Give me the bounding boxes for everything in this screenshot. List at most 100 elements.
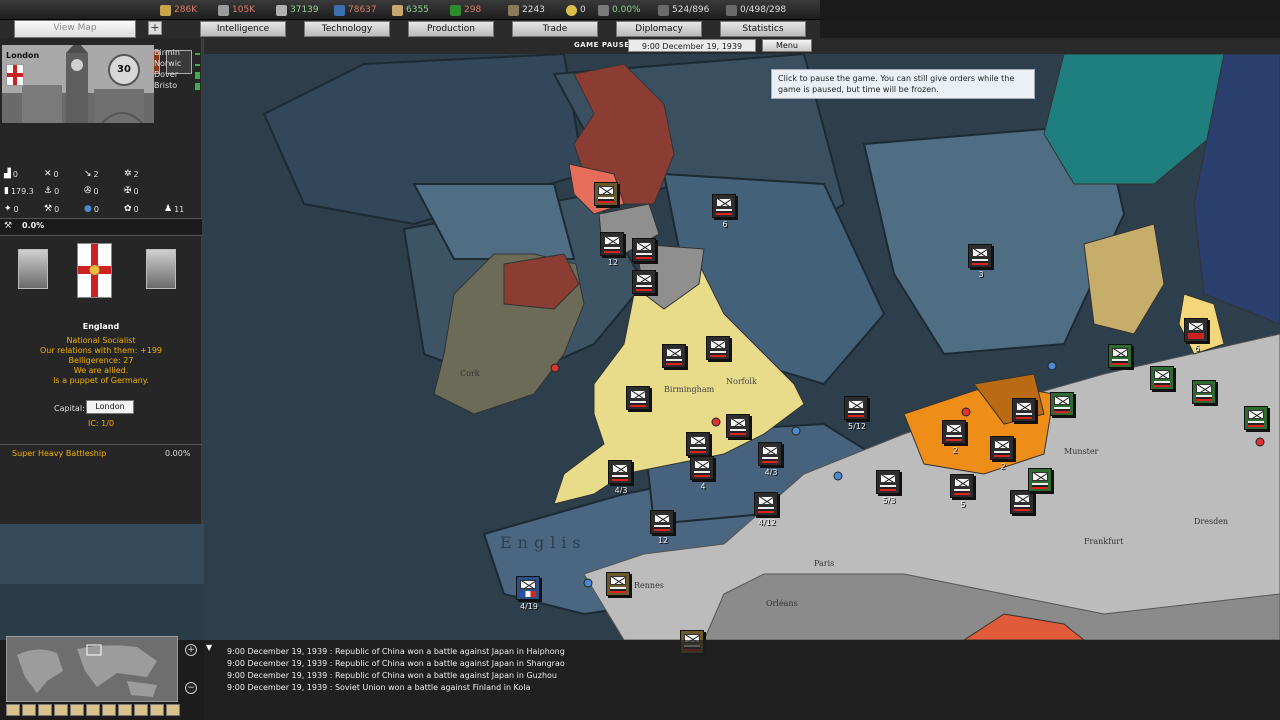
log-collapse-icon[interactable]: ▼ [206, 643, 212, 652]
minimap[interactable] [6, 636, 178, 702]
metal-resource[interactable]: 105K [218, 3, 255, 17]
energy-icon [160, 4, 171, 16]
unit-stack[interactable] [632, 238, 656, 262]
unit-stack[interactable] [1028, 468, 1052, 492]
tab-view-map[interactable]: View Map [14, 20, 136, 38]
supplies-resource[interactable]: 6355 [392, 3, 429, 17]
unit-stack[interactable] [1192, 380, 1216, 404]
tech-progress: 0.00% [165, 449, 191, 458]
map-filter-icon[interactable] [118, 704, 132, 716]
zoom-out-icon[interactable]: − [185, 682, 197, 694]
unit-stack[interactable]: 5 [950, 474, 974, 509]
neighbor-item[interactable]: Bristo [154, 81, 202, 92]
metal-stat: ⚒ 0 [44, 204, 60, 214]
tab-intelligence[interactable]: Intelligence [200, 21, 286, 37]
neighbor-item[interactable]: Norwic [154, 59, 202, 70]
neighbor-item[interactable]: Dover [154, 70, 202, 81]
port-icon[interactable] [1255, 437, 1265, 447]
escort-resource[interactable]: 0/498/298 [726, 3, 786, 17]
unit-stack[interactable] [632, 270, 656, 294]
unit-stack[interactable]: 4 [690, 456, 714, 491]
map-filter-icon[interactable] [134, 704, 148, 716]
unit-stack[interactable] [726, 414, 750, 438]
map-filter-icon[interactable] [70, 704, 84, 716]
energy-resource[interactable]: 286K [160, 3, 197, 17]
date-display[interactable]: 9:00 December 19, 1939 [628, 39, 756, 52]
unit-stack[interactable]: 2 [942, 420, 966, 455]
unit-stack[interactable] [626, 386, 650, 410]
orleans-label: Orléans [766, 599, 798, 608]
leader-portrait-right[interactable] [146, 249, 176, 289]
map-filter-icon[interactable] [86, 704, 100, 716]
dissent-icon [598, 4, 609, 16]
unit-stack[interactable] [662, 344, 686, 368]
capital-icon[interactable] [711, 417, 721, 427]
unit-stack[interactable]: 4/12 [754, 492, 778, 527]
unit-stack[interactable] [1244, 406, 1268, 430]
unit-stack[interactable] [1012, 398, 1036, 422]
log-entry[interactable]: 9:00 December 19, 1939 : Soviet Union wo… [227, 683, 530, 692]
capital-button[interactable]: London [86, 400, 134, 414]
unit-stack[interactable]: 5/12 [844, 396, 868, 431]
map-filter-icon[interactable] [150, 704, 164, 716]
unit-stack[interactable] [1010, 490, 1034, 514]
log-entry[interactable]: 9:00 December 19, 1939 : Republic of Chi… [227, 647, 565, 656]
add-tab-icon[interactable]: + [148, 21, 162, 35]
unit-stack[interactable] [1150, 366, 1174, 390]
map-filter-icon[interactable] [22, 704, 36, 716]
manpower-stat: ▮ 179.3 [4, 186, 34, 196]
port-icon[interactable] [550, 363, 560, 373]
unit-stack[interactable] [1050, 392, 1074, 416]
tab-statistics[interactable]: Statistics [720, 21, 806, 37]
nuke-resource[interactable]: 0 [566, 3, 586, 17]
zoom-in-icon[interactable]: + [185, 644, 197, 656]
unit-stack[interactable] [1108, 344, 1132, 368]
unit-stack[interactable] [594, 182, 618, 206]
map-filter-icon[interactable] [38, 704, 52, 716]
map-filter-icon[interactable] [166, 704, 180, 716]
tab-technology[interactable]: Technology [304, 21, 390, 37]
port-icon[interactable] [833, 471, 843, 481]
unit-stack[interactable] [686, 432, 710, 456]
unit-stack[interactable] [606, 572, 630, 596]
menu-button[interactable]: Menu [762, 39, 812, 52]
tab-diplomacy[interactable]: Diplomacy [616, 21, 702, 37]
map-filter-icon[interactable] [6, 704, 20, 716]
province-name: London [6, 51, 40, 60]
unit-stack[interactable]: 2 [990, 436, 1014, 471]
manpower-resource[interactable]: 2243 [508, 3, 545, 17]
log-entry[interactable]: 9:00 December 19, 1939 : Republic of Chi… [227, 671, 557, 680]
leader-portrait-left[interactable] [18, 249, 48, 289]
radar-icon: ✇ [84, 186, 92, 196]
unit-stack[interactable]: 3 [968, 244, 992, 279]
country-flag-icon[interactable] [77, 243, 112, 298]
unit-stack[interactable]: 12 [600, 232, 624, 267]
province-star-badge[interactable]: 30 [108, 54, 140, 86]
unit-stack[interactable]: 4/3 [758, 442, 782, 477]
industry-stat: ▟ 0 [4, 169, 19, 179]
unit-stack[interactable]: 4/3 [608, 460, 632, 495]
unit-stack[interactable] [706, 336, 730, 360]
unit-stack[interactable]: 12 [650, 510, 674, 545]
neighbor-item[interactable]: Birmin [154, 48, 202, 59]
tab-trade[interactable]: Trade [512, 21, 598, 37]
rare-stat: ✿ 0 [124, 204, 139, 214]
map-filter-icon[interactable] [54, 704, 68, 716]
port-icon[interactable] [791, 426, 801, 436]
transport-resource[interactable]: 524/896 [658, 3, 709, 17]
port-icon[interactable] [961, 407, 971, 417]
unit-stack[interactable]: 4/19 [516, 576, 540, 611]
tab-production[interactable]: Production [408, 21, 494, 37]
money-resource[interactable]: 298 [450, 3, 481, 17]
log-entry[interactable]: 9:00 December 19, 1939 : Republic of Chi… [227, 659, 565, 668]
rare-materials-resource[interactable]: 37139 [276, 3, 319, 17]
port-icon[interactable] [1047, 361, 1057, 371]
map-filter-icon[interactable] [102, 704, 116, 716]
unit-stack[interactable]: 6 [712, 194, 736, 229]
dissent-resource[interactable]: 0.00% [598, 3, 641, 17]
crude-oil-resource[interactable]: 78637 [334, 3, 377, 17]
tech-name[interactable]: Super Heavy Battleship [12, 449, 106, 458]
port-icon[interactable] [583, 578, 593, 588]
unit-stack[interactable]: 6 [1184, 318, 1208, 353]
unit-stack[interactable]: 5/3 [876, 470, 900, 505]
